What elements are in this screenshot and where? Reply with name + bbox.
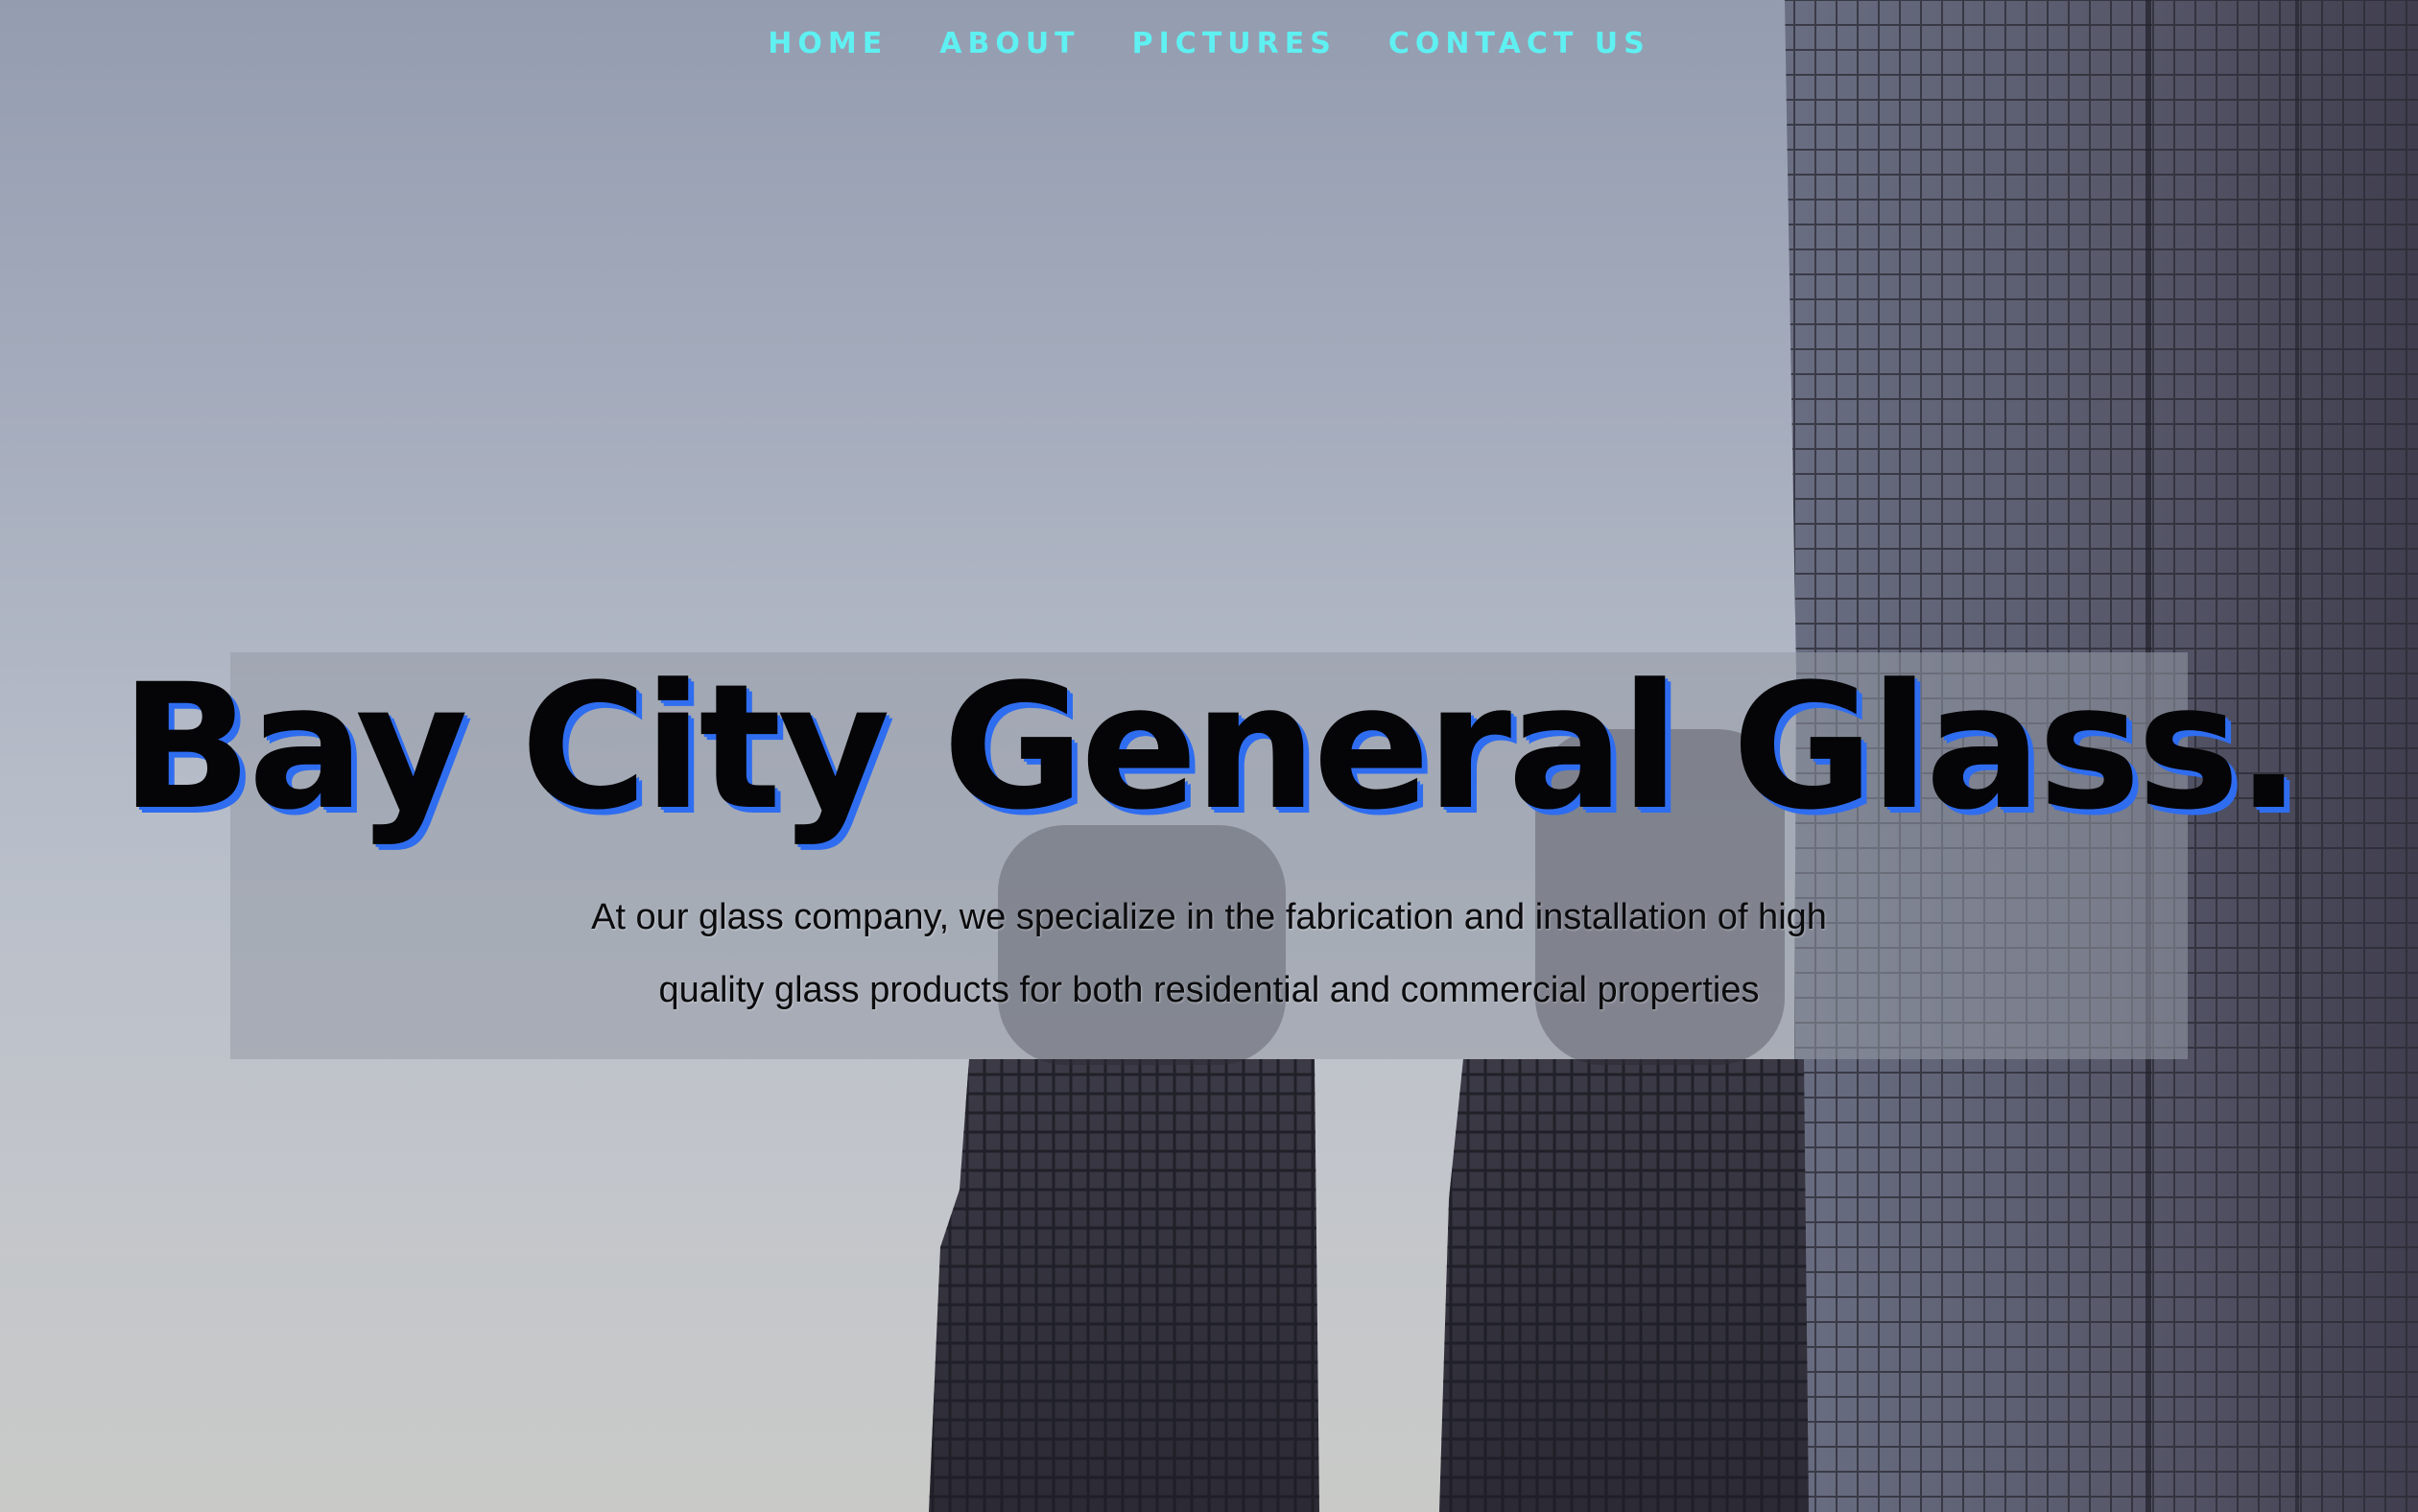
- hero-description: At our glass company, we specialize in t…: [591, 897, 1827, 1010]
- nav-link-about[interactable]: ABOUT: [939, 27, 1079, 60]
- nav-link-home[interactable]: HOME: [768, 27, 888, 60]
- nav-link-pictures[interactable]: PICTURES: [1132, 27, 1337, 60]
- top-navigation: HOME ABOUT PICTURES CONTACT US: [0, 27, 2418, 60]
- nav-link-contact-us[interactable]: CONTACT US: [1388, 27, 1650, 60]
- hero-title: Bay City General Glass.: [120, 648, 2301, 848]
